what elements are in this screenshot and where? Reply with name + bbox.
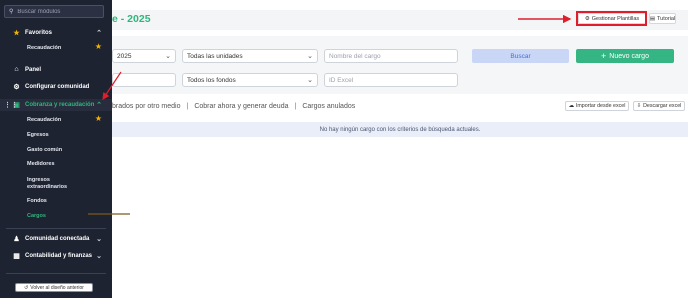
nuevo-cargo-label: Nuevo cargo (609, 52, 649, 60)
sidebar-item-label: Configurar comunidad (25, 83, 90, 90)
module-search-input[interactable] (17, 8, 102, 15)
star-icon: ★ (13, 29, 20, 37)
chevron-down-icon: ⌄ (165, 53, 171, 60)
units-value: Todas las unidades (187, 52, 243, 60)
download-icon: ⇩ (636, 103, 642, 109)
sidebar-item-ingresos-line2[interactable]: extraordinarios (27, 184, 67, 190)
sidebar-group-comunidad[interactable]: ♟ Comunidad conectada ⌄ (0, 235, 112, 243)
secondary-select[interactable] (112, 73, 176, 87)
page-title: e - 2025 (112, 13, 151, 25)
sidebar-item-medidores[interactable]: Medidores (27, 161, 55, 167)
cargo-name-input[interactable]: Nombre del cargo (324, 49, 458, 63)
chevron-down-icon[interactable]: ⌄ (96, 235, 102, 243)
home-icon: ⌂ (14, 66, 19, 73)
sidebar-group-cobranza[interactable]: ⋮⋮ ▣ Cobranza y recaudación ⌃ (0, 101, 112, 109)
tab-separator: | (186, 102, 189, 110)
upload-cloud-icon: ☁ (568, 103, 574, 109)
id-excel-input[interactable]: ID Excel (324, 73, 458, 87)
gear-icon: ⚙ (13, 83, 20, 91)
tutorial-label: Tutorial (657, 15, 676, 22)
search-icon: ⚲ (9, 9, 14, 15)
sidebar-group-label: Favoritos (25, 29, 53, 36)
tab-cargos-anulados[interactable]: Cargos anulados (302, 103, 355, 110)
sidebar-group-contabilidad[interactable]: ▦ Contabilidad y finanzas ⌄ (0, 252, 112, 260)
chevron-up-icon[interactable]: ⌃ (96, 101, 102, 109)
favorite-star-icon[interactable]: ★ (95, 114, 102, 123)
main-content: e - 2025 ⚙ Gestionar Plantillas ▤ Tutori… (112, 0, 688, 298)
nuevo-cargo-button[interactable]: + Nuevo cargo (576, 49, 674, 63)
sidebar-item-configurar[interactable]: ⚙ Configurar comunidad (0, 83, 112, 91)
units-select[interactable]: Todas las unidades ⌄ (182, 49, 318, 63)
sidebar-item-recaudacion[interactable]: Recaudación (27, 117, 61, 123)
download-excel-button[interactable]: ⇩ Descargar excel (633, 101, 685, 111)
sidebar-item-panel[interactable]: ⌂ Panel (0, 66, 112, 73)
tab-cobrar-ahora[interactable]: Cobrar ahora y generar deuda (194, 103, 288, 110)
old-design-button[interactable]: ↺ Volver al diseño anterior (15, 283, 93, 292)
year-value: 2025 (117, 52, 132, 60)
sidebar-group-label: Comunidad conectada (25, 235, 90, 242)
sidebar-item-ingresos-line1[interactable]: Ingresos (27, 177, 50, 183)
book-icon: ▤ (649, 15, 656, 22)
undo-icon: ↺ (24, 284, 29, 291)
year-select[interactable]: 2025 ⌄ (112, 49, 176, 63)
sidebar-group-label: Contabilidad y finanzas (25, 252, 93, 259)
sidebar-item-gasto-comun[interactable]: Gasto común (27, 147, 62, 153)
favorite-star-icon[interactable]: ★ (95, 42, 102, 51)
fondos-select[interactable]: Todos los fondos ⌄ (182, 73, 318, 87)
chevron-up-icon[interactable]: ⌃ (96, 29, 102, 37)
sidebar-item-egresos[interactable]: Egresos (27, 132, 49, 138)
import-excel-button[interactable]: ☁ Importar desde excel (565, 101, 629, 111)
fondos-value: Todos los fondos (187, 76, 236, 84)
drag-handle-icon[interactable]: ⋮⋮ (4, 101, 18, 109)
sidebar-divider (6, 228, 106, 229)
empty-state-message: No hay ningún cargo con los criterios de… (112, 122, 688, 137)
chart-icon: ▦ (13, 252, 20, 260)
chevron-down-icon: ⌄ (307, 77, 313, 84)
sidebar-group-label: Cobranza y recaudación (25, 101, 95, 108)
sidebar-item-label: Panel (25, 66, 42, 73)
tab-separator: | (294, 102, 297, 110)
export-label: Descargar excel (643, 103, 682, 109)
sidebar-item-fondos[interactable]: Fondos (27, 198, 47, 204)
import-label: Importar desde excel (575, 103, 626, 109)
old-design-label: Volver al diseño anterior (30, 284, 84, 291)
sidebar-item-cargos[interactable]: Cargos (27, 213, 46, 219)
buscar-button[interactable]: Buscar (472, 49, 569, 63)
annotation-highlight-box (576, 11, 647, 26)
users-icon: ♟ (13, 235, 20, 243)
chevron-down-icon[interactable]: ⌄ (96, 252, 102, 260)
tab-cobrados-otro-medio[interactable]: brados por otro medio (112, 103, 180, 110)
plus-icon: + (601, 51, 607, 61)
sidebar-item-recaudacion-fav[interactable]: Recaudación (27, 45, 61, 51)
tutorial-button[interactable]: ▤ Tutorial (649, 13, 676, 24)
sidebar-divider (6, 273, 106, 274)
sidebar: ⚲ ★ Favoritos ⌃ Recaudación ★ ⌂ Panel ⚙ … (0, 0, 112, 298)
chevron-down-icon: ⌄ (307, 53, 313, 60)
sidebar-group-favoritos[interactable]: ★ Favoritos ⌃ (0, 29, 112, 37)
module-search[interactable]: ⚲ (4, 5, 104, 18)
